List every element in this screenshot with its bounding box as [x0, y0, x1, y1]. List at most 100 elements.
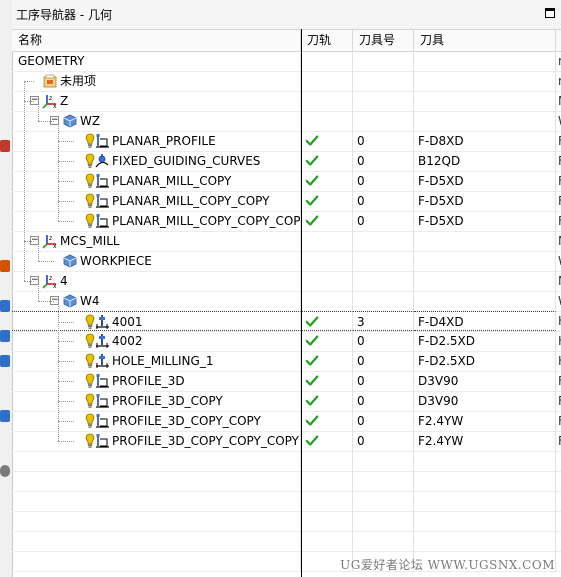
tree-row[interactable]: PLANAR_PROFILE 0F-D8XDF [12, 131, 561, 152]
column-header-name[interactable]: 名称 [12, 30, 301, 51]
maximize-icon[interactable] [545, 8, 555, 18]
column-header: 名称 刀轨 刀具号 刀具 描 [12, 29, 561, 52]
name-cell: 未用项 [12, 71, 301, 91]
tool-cell [414, 111, 556, 131]
toolpath-cell [301, 191, 353, 211]
column-divider[interactable] [301, 29, 302, 577]
node-label: MCS_MILL [60, 234, 120, 248]
tree-connector [58, 221, 74, 222]
tool-cell: F-D5XD [414, 171, 556, 191]
resource-tab-marker[interactable] [0, 260, 10, 272]
planar-mill-icon [94, 413, 110, 429]
description-cell: W [556, 291, 561, 311]
toolpath-cell [301, 271, 353, 291]
description-cell: F [556, 131, 561, 151]
resource-tab-marker[interactable] [0, 330, 10, 342]
tool-number-cell: 0 [353, 331, 414, 351]
tree-connector [58, 201, 74, 202]
tool-number-cell [353, 491, 414, 511]
column-header-path[interactable]: 刀轨 [301, 30, 353, 51]
planar-mill-icon [94, 433, 110, 449]
tree-row[interactable]: −WZ W [12, 111, 561, 132]
name-cell: PROFILE_3D_COPY_COPY [12, 411, 301, 431]
toolpath-cell [301, 171, 353, 191]
window-title: 工序导航器 - 几何 [16, 8, 112, 22]
tree-row[interactable]: 4001 3F-D4XDH [12, 311, 561, 332]
tree-row[interactable]: PROFILE_3D 0D3V90F [12, 371, 561, 392]
toolpath-cell [301, 471, 353, 491]
node-label: W4 [80, 294, 100, 308]
tool-cell [414, 511, 556, 531]
planar-mill-icon [94, 213, 110, 229]
name-cell: HOLE_MILLING_1 [12, 351, 301, 371]
tree-connector [58, 121, 59, 221]
tree-row[interactable]: 4002 0F-D2.5XDH [12, 331, 561, 352]
name-cell: − z x Z [12, 91, 301, 111]
tree-row[interactable]: −zxZ M [12, 91, 561, 112]
tree-connector [24, 81, 34, 82]
description-cell [556, 511, 561, 531]
svg-text:x: x [53, 283, 57, 289]
navigator-title-bar: 工序导航器 - 几何 [12, 0, 561, 29]
checkmark-icon [305, 374, 319, 391]
description-cell [556, 451, 561, 471]
tree-row[interactable]: HOLE_MILLING_1 0F-D2.5XDH [12, 351, 561, 372]
svg-text:z: z [49, 235, 52, 242]
node-label: 4002 [112, 334, 143, 348]
resource-tab-marker[interactable] [0, 465, 10, 477]
description-cell: M [556, 91, 561, 111]
tree-row[interactable]: FIXED_GUIDING_CURVES 0B12QDF [12, 151, 561, 172]
description-cell: W [556, 111, 561, 131]
resource-tab-marker[interactable] [0, 140, 10, 152]
tree-row[interactable]: PROFILE_3D_COPY_COPY_COPY 0F2.4YWF [12, 431, 561, 452]
name-cell [12, 471, 301, 491]
name-cell: PLANAR_MILL_COPY [12, 171, 301, 191]
workpiece-cube-icon [62, 113, 78, 129]
tree-row[interactable]: 未用项 m [12, 71, 561, 92]
tree-row[interactable]: −zxMCS_MILL M [12, 231, 561, 252]
planar-mill-icon [94, 193, 110, 209]
tool-cell: F-D5XD [414, 211, 556, 231]
tree-connector [58, 401, 74, 402]
tool-number-cell [353, 531, 414, 551]
tree-connector [58, 441, 74, 442]
checkmark-icon [305, 214, 319, 231]
workpiece-cube-icon [62, 253, 78, 269]
tree-connector [58, 341, 74, 342]
column-header-tool-number[interactable]: 刀具号 [353, 30, 414, 51]
tree-connector [58, 301, 59, 441]
tree-row[interactable]: PLANAR_MILL_COPY 0F-D5XDF [12, 171, 561, 192]
tool-cell [414, 531, 556, 551]
tree-row[interactable]: −zx4 M [12, 271, 561, 292]
resource-tab-marker[interactable] [0, 410, 10, 422]
tool-number-cell [353, 231, 414, 251]
svg-text:x: x [53, 103, 57, 109]
description-cell: m [556, 71, 561, 91]
tree-row[interactable]: GEOMETRY m [12, 51, 561, 72]
tree-row[interactable]: PLANAR_MILL_COPY_COPY_COPY 0F-D5XDF [12, 211, 561, 232]
toolpath-cell [301, 311, 353, 331]
description-cell: F [556, 151, 561, 171]
tree-row[interactable]: PROFILE_3D_COPY_COPY 0F2.4YWF [12, 411, 561, 432]
resource-tab-marker[interactable] [0, 300, 10, 312]
tree-row[interactable]: PROFILE_3D_COPY 0D3V90F [12, 391, 561, 412]
tree-row[interactable]: PLANAR_MILL_COPY_COPY 0F-D5XDF [12, 191, 561, 212]
checkmark-icon [305, 394, 319, 411]
column-header-tool[interactable]: 刀具 [414, 30, 556, 51]
column-header-description[interactable]: 描 [556, 30, 561, 51]
node-label: 未用项 [60, 74, 97, 88]
resource-tab-marker[interactable] [0, 355, 10, 367]
tree-row[interactable]: −W4 W [12, 291, 561, 312]
name-cell: WORKPIECE [12, 251, 301, 271]
tree-connector [58, 361, 74, 362]
toolpath-cell [301, 511, 353, 531]
unused-folder-icon [42, 73, 58, 89]
tool-cell: F2.4YW [414, 431, 556, 451]
toolpath-cell [301, 251, 353, 271]
tree-connector [38, 121, 54, 122]
toolpath-cell [301, 151, 353, 171]
operation-tree: GEOMETRYm 未用项 m −zxZ M−WZWPLANAR_PROFILE0F-D… [12, 51, 561, 577]
tool-number-cell: 0 [353, 171, 414, 191]
tree-connector [24, 281, 34, 282]
tree-row[interactable]: WORKPIECE W [12, 251, 561, 272]
